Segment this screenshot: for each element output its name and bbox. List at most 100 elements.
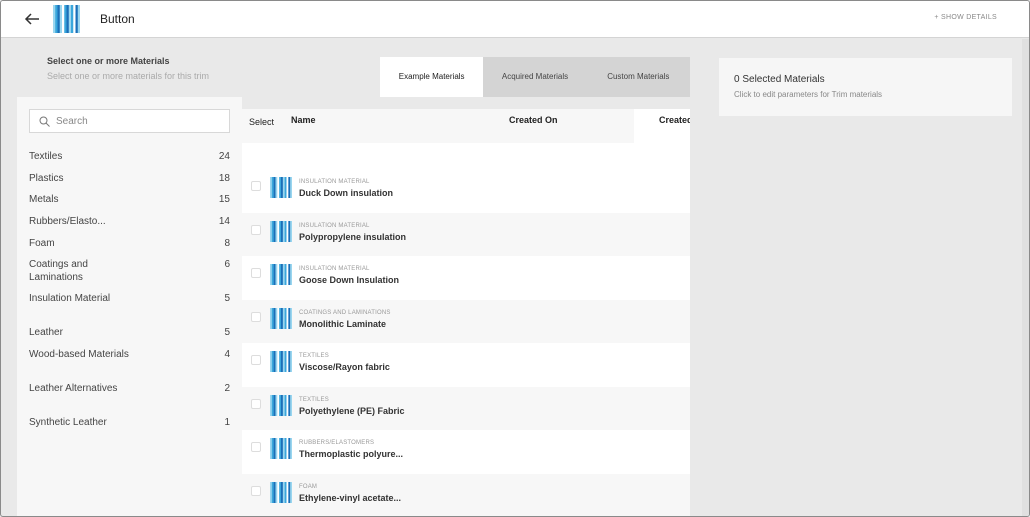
category-item[interactable]: Synthetic Leather 1 bbox=[29, 416, 230, 429]
table-row[interactable]: FOAM Ethylene-vinyl acetate... bbox=[242, 473, 690, 516]
category-count: 8 bbox=[224, 238, 230, 249]
tab-acquired-materials[interactable]: Acquired Materials bbox=[483, 57, 586, 97]
row-checkbox[interactable] bbox=[251, 485, 261, 496]
category-name: Textiles bbox=[29, 151, 63, 162]
category-count: 4 bbox=[224, 349, 230, 360]
section-heading: Select one or more Materials bbox=[47, 56, 170, 66]
category-name: Synthetic Leather bbox=[29, 417, 107, 428]
tab-example-materials[interactable]: Example Materials bbox=[380, 57, 484, 97]
category-count: 1 bbox=[224, 417, 230, 428]
category-name: Leather bbox=[29, 327, 63, 338]
category-name: Plastics bbox=[29, 173, 64, 184]
category-name: Coatings and Laminations bbox=[29, 259, 88, 283]
material-tabs: Example Materials Acquired Materials Cus… bbox=[380, 57, 690, 97]
table-row[interactable]: TEXTILES Viscose/Rayon fabric bbox=[242, 343, 690, 387]
material-thumbnail-icon bbox=[270, 220, 292, 242]
row-checkbox[interactable] bbox=[251, 311, 261, 322]
category-count: 24 bbox=[218, 151, 230, 162]
selected-materials-panel[interactable]: 0 Selected Materials Click to edit param… bbox=[719, 58, 1012, 116]
material-name: Duck Down insulation bbox=[299, 188, 394, 198]
tab-custom-materials[interactable]: Custom Materials bbox=[587, 57, 690, 97]
category-item[interactable]: Leather 5 bbox=[29, 326, 230, 339]
category-item[interactable]: Rubbers/Elasto... 14 bbox=[29, 215, 230, 228]
column-header-name[interactable]: Name bbox=[291, 115, 316, 125]
back-arrow-icon[interactable] bbox=[21, 9, 43, 29]
category-count: 14 bbox=[218, 216, 230, 227]
material-category: FOAM bbox=[299, 483, 318, 490]
material-name: Viscose/Rayon fabric bbox=[299, 362, 390, 372]
row-checkbox[interactable] bbox=[251, 355, 261, 365]
header: Button + SHOW DETAILS bbox=[1, 1, 1029, 38]
search-input[interactable] bbox=[56, 113, 226, 130]
category-name: Foam bbox=[29, 238, 55, 249]
material-thumbnail-icon bbox=[270, 394, 292, 416]
category-item[interactable]: Insulation Material 5 bbox=[29, 292, 230, 305]
category-count: 15 bbox=[218, 194, 230, 205]
material-category: RUBBERS/ELASTOMERS bbox=[299, 440, 375, 446]
page-title: Button bbox=[100, 12, 135, 26]
row-checkbox[interactable] bbox=[251, 398, 261, 409]
category-item[interactable]: Textiles 24 bbox=[29, 150, 230, 163]
row-checkbox[interactable] bbox=[251, 442, 261, 452]
show-details-link[interactable]: + SHOW DETAILS bbox=[934, 14, 997, 21]
category-count: 5 bbox=[224, 327, 230, 338]
material-name: Thermoplastic polyure... bbox=[299, 449, 404, 459]
category-count: 5 bbox=[224, 293, 230, 304]
material-category: COATINGS AND LAMINATIONS bbox=[299, 309, 391, 316]
category-item[interactable]: Coatings and Laminations 6 bbox=[29, 258, 230, 284]
column-header-select: Select bbox=[249, 117, 275, 127]
material-name: Ethylene-vinyl acetate... bbox=[299, 492, 402, 503]
category-name: Leather Alternatives bbox=[29, 383, 118, 394]
material-thumbnail-icon bbox=[270, 481, 292, 503]
material-category: INSULATION MATERIAL bbox=[299, 179, 370, 185]
section-subheading: Select one or more materials for this tr… bbox=[47, 71, 210, 81]
category-name: Insulation Material bbox=[29, 293, 111, 304]
material-category: INSULATION MATERIAL bbox=[299, 266, 370, 272]
material-category: INSULATION MATERIAL bbox=[299, 222, 370, 229]
column-header-created-by-cell: Created bbox=[634, 109, 690, 143]
category-name: Metals bbox=[29, 194, 59, 205]
material-name: Polyethylene (PE) Fabric bbox=[299, 405, 405, 416]
column-header-created-on[interactable]: Created On bbox=[509, 115, 558, 125]
table-header: Select Name Created On Created bbox=[242, 109, 690, 143]
material-name: Polypropylene insulation bbox=[299, 231, 407, 242]
material-thumbnail-icon bbox=[270, 264, 292, 285]
search-icon bbox=[39, 116, 50, 127]
materials-table: Select Name Created On Created INSULATIO… bbox=[242, 109, 690, 516]
column-header-created-by[interactable]: Created bbox=[659, 115, 690, 125]
row-checkbox[interactable] bbox=[251, 181, 261, 191]
category-item[interactable]: Leather Alternatives 2 bbox=[29, 382, 230, 395]
material-category: TEXTILES bbox=[299, 353, 329, 359]
category-count: 2 bbox=[224, 383, 230, 394]
category-item[interactable]: Plastics 18 bbox=[29, 172, 230, 185]
table-row[interactable]: INSULATION MATERIAL Duck Down insulation bbox=[242, 169, 690, 213]
material-name: Monolithic Laminate bbox=[299, 318, 387, 329]
row-checkbox[interactable] bbox=[251, 224, 261, 235]
category-count: 6 bbox=[224, 259, 230, 270]
category-name: Rubbers/Elasto... bbox=[29, 216, 106, 227]
scrollbar[interactable] bbox=[1022, 39, 1029, 516]
material-thumbnail-icon bbox=[270, 177, 292, 198]
table-rows: INSULATION MATERIAL Duck Down insulation… bbox=[242, 169, 690, 516]
table-row[interactable]: INSULATION MATERIAL Polypropylene insula… bbox=[242, 212, 690, 256]
category-item[interactable]: Foam 8 bbox=[29, 237, 230, 250]
row-checkbox[interactable] bbox=[251, 268, 261, 278]
table-row[interactable]: INSULATION MATERIAL Goose Down Insulatio… bbox=[242, 256, 690, 300]
category-sidebar: Textiles 24 Plastics 18 Metals 15 Rubber… bbox=[17, 97, 242, 516]
category-count: 18 bbox=[218, 173, 230, 184]
table-row[interactable]: COATINGS AND LAMINATIONS Monolithic Lami… bbox=[242, 299, 690, 343]
table-row[interactable]: TEXTILES Polyethylene (PE) Fabric bbox=[242, 386, 690, 430]
selected-count: 0 Selected Materials bbox=[734, 74, 825, 85]
material-thumbnail-icon bbox=[270, 307, 292, 329]
material-thumbnail-icon bbox=[270, 351, 292, 372]
app-frame: Button + SHOW DETAILS Select one or more… bbox=[0, 0, 1030, 517]
material-name: Goose Down Insulation bbox=[299, 275, 400, 285]
category-item[interactable]: Wood-based Materials 4 bbox=[29, 348, 230, 361]
material-category: TEXTILES bbox=[299, 396, 329, 403]
category-item[interactable]: Metals 15 bbox=[29, 193, 230, 206]
table-row[interactable]: RUBBERS/ELASTOMERS Thermoplastic polyure… bbox=[242, 430, 690, 474]
selected-hint: Click to edit parameters for Trim materi… bbox=[734, 90, 883, 99]
material-thumbnail-icon bbox=[270, 438, 292, 459]
material-thumbnail-icon bbox=[53, 5, 80, 33]
search-box bbox=[29, 109, 230, 133]
